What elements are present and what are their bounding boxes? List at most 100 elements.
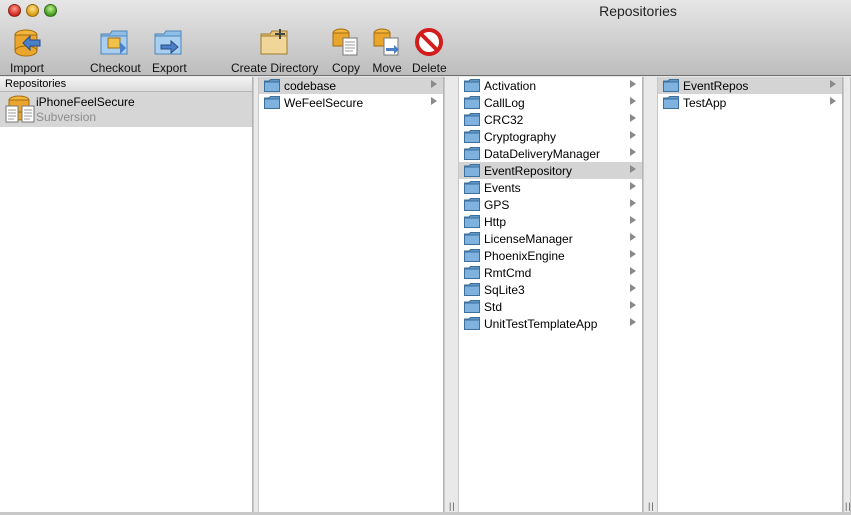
disclosure-arrow-icon [830, 97, 836, 105]
browser-column-3: EventRepos TestApp [658, 77, 843, 515]
folder-icon [464, 198, 480, 211]
folder-item[interactable]: EventRepository [459, 162, 642, 179]
disclosure-arrow-icon [630, 267, 636, 275]
disclosure-arrow-icon [630, 318, 636, 326]
disclosure-arrow-icon [630, 199, 636, 207]
folder-icon [464, 215, 480, 228]
folder-name: PhoenixEngine [484, 248, 565, 263]
create-directory-button[interactable]: Create Directory [231, 26, 318, 75]
folder-icon [464, 317, 480, 330]
repository-name: iPhoneFeelSecure [36, 95, 135, 109]
folder-item[interactable]: GPS [459, 196, 642, 213]
column-divider[interactable]: || [643, 77, 658, 515]
browser-column-2: Activation CallLog CRC32 Cryptography DataDe… [459, 77, 643, 515]
folder-icon [464, 249, 480, 262]
browser-column-1: codebase WeFeelSecure || [259, 77, 454, 515]
toolbar: Repositories Import Checkout Export Crea… [0, 0, 851, 76]
repository-item[interactable]: iPhoneFeelSecure Subversion [0, 92, 252, 127]
folder-icon [464, 232, 480, 245]
repositories-header: Repositories [0, 77, 252, 92]
column-resize-handle[interactable]: || [449, 501, 456, 511]
column-divider[interactable]: || [444, 77, 459, 515]
move-button[interactable]: Move [370, 26, 404, 75]
repository-type: Subversion [36, 110, 97, 124]
folder-icon [464, 164, 480, 177]
disclosure-arrow-icon [431, 80, 437, 88]
copy-button[interactable]: Copy [329, 26, 363, 75]
disclosure-arrow-icon [630, 97, 636, 105]
folder-icon [464, 147, 480, 160]
disclosure-arrow-icon [630, 131, 636, 139]
import-button[interactable]: Import [10, 26, 44, 75]
folder-name: CallLog [484, 95, 525, 110]
folder-name: EventRepository [484, 163, 573, 178]
subversion-repository-icon [5, 95, 35, 123]
copy-label: Copy [331, 61, 360, 75]
folder-item[interactable]: CRC32 [459, 111, 642, 128]
delete-button[interactable]: Delete [412, 26, 447, 75]
folder-item[interactable]: SqLite3 [459, 281, 642, 298]
folder-name: GPS [484, 197, 510, 212]
folder-name: UnitTestTemplateApp [484, 316, 598, 331]
disclosure-arrow-icon [630, 80, 636, 88]
new-folder-icon [260, 29, 288, 55]
export-button[interactable]: Export [152, 26, 187, 75]
disclosure-arrow-icon [630, 182, 636, 190]
folder-icon [464, 300, 480, 313]
folder-item[interactable]: WeFeelSecure [259, 94, 443, 111]
checkout-button[interactable]: Checkout [90, 26, 141, 75]
folder-icon [264, 96, 280, 109]
folder-list: Activation CallLog CRC32 Cryptography DataDe… [459, 77, 642, 332]
disclosure-arrow-icon [630, 250, 636, 258]
folder-icon [264, 79, 280, 92]
folder-name: Activation [484, 78, 537, 93]
disclosure-arrow-icon [830, 80, 836, 88]
column-divider[interactable]: || [843, 77, 851, 515]
folder-item[interactable]: Http [459, 213, 642, 230]
folder-item[interactable]: CallLog [459, 94, 642, 111]
folder-name: Cryptography [484, 129, 557, 144]
move-label: Move [372, 61, 402, 75]
folder-item[interactable]: codebase [259, 77, 443, 94]
folder-item[interactable]: Activation [459, 77, 642, 94]
folder-item[interactable]: Cryptography [459, 128, 642, 145]
folder-item[interactable]: UnitTestTemplateApp [459, 315, 642, 332]
column-resize-handle[interactable]: || [845, 501, 851, 511]
folder-item[interactable]: PhoenixEngine [459, 247, 642, 264]
disclosure-arrow-icon [431, 97, 437, 105]
folder-item[interactable]: TestApp [658, 94, 842, 111]
folder-name: SqLite3 [484, 282, 525, 297]
checkout-folder-icon [100, 30, 128, 55]
window-title: Repositories [599, 3, 677, 19]
folder-name: CRC32 [484, 112, 524, 127]
folder-name: Http [484, 214, 507, 229]
folder-item[interactable]: DataDeliveryManager [459, 145, 642, 162]
folder-list: codebase WeFeelSecure [259, 77, 443, 111]
disclosure-arrow-icon [630, 114, 636, 122]
folder-name: RmtCmd [484, 265, 532, 280]
disclosure-arrow-icon [630, 165, 636, 173]
create-directory-label: Create Directory [231, 61, 319, 75]
delete-icon [415, 28, 444, 56]
delete-label: Delete [412, 61, 447, 75]
folder-icon [663, 79, 679, 92]
folder-name: codebase [284, 78, 337, 93]
folder-name: EventRepos [683, 78, 749, 93]
folder-icon [464, 113, 480, 126]
disclosure-arrow-icon [630, 148, 636, 156]
folder-icon [464, 96, 480, 109]
folder-item[interactable]: RmtCmd [459, 264, 642, 281]
folder-item[interactable]: Events [459, 179, 642, 196]
folder-icon [464, 130, 480, 143]
folder-item[interactable]: Std [459, 298, 642, 315]
disclosure-arrow-icon [630, 216, 636, 224]
folder-item[interactable]: LicenseManager [459, 230, 642, 247]
export-folder-icon [154, 30, 182, 55]
folder-icon [464, 283, 480, 296]
disclosure-arrow-icon [630, 301, 636, 309]
column-resize-handle[interactable]: || [648, 501, 655, 511]
folder-item[interactable]: EventRepos [658, 77, 842, 94]
folder-icon [464, 266, 480, 279]
folder-name: WeFeelSecure [284, 95, 364, 110]
folder-icon [464, 181, 480, 194]
